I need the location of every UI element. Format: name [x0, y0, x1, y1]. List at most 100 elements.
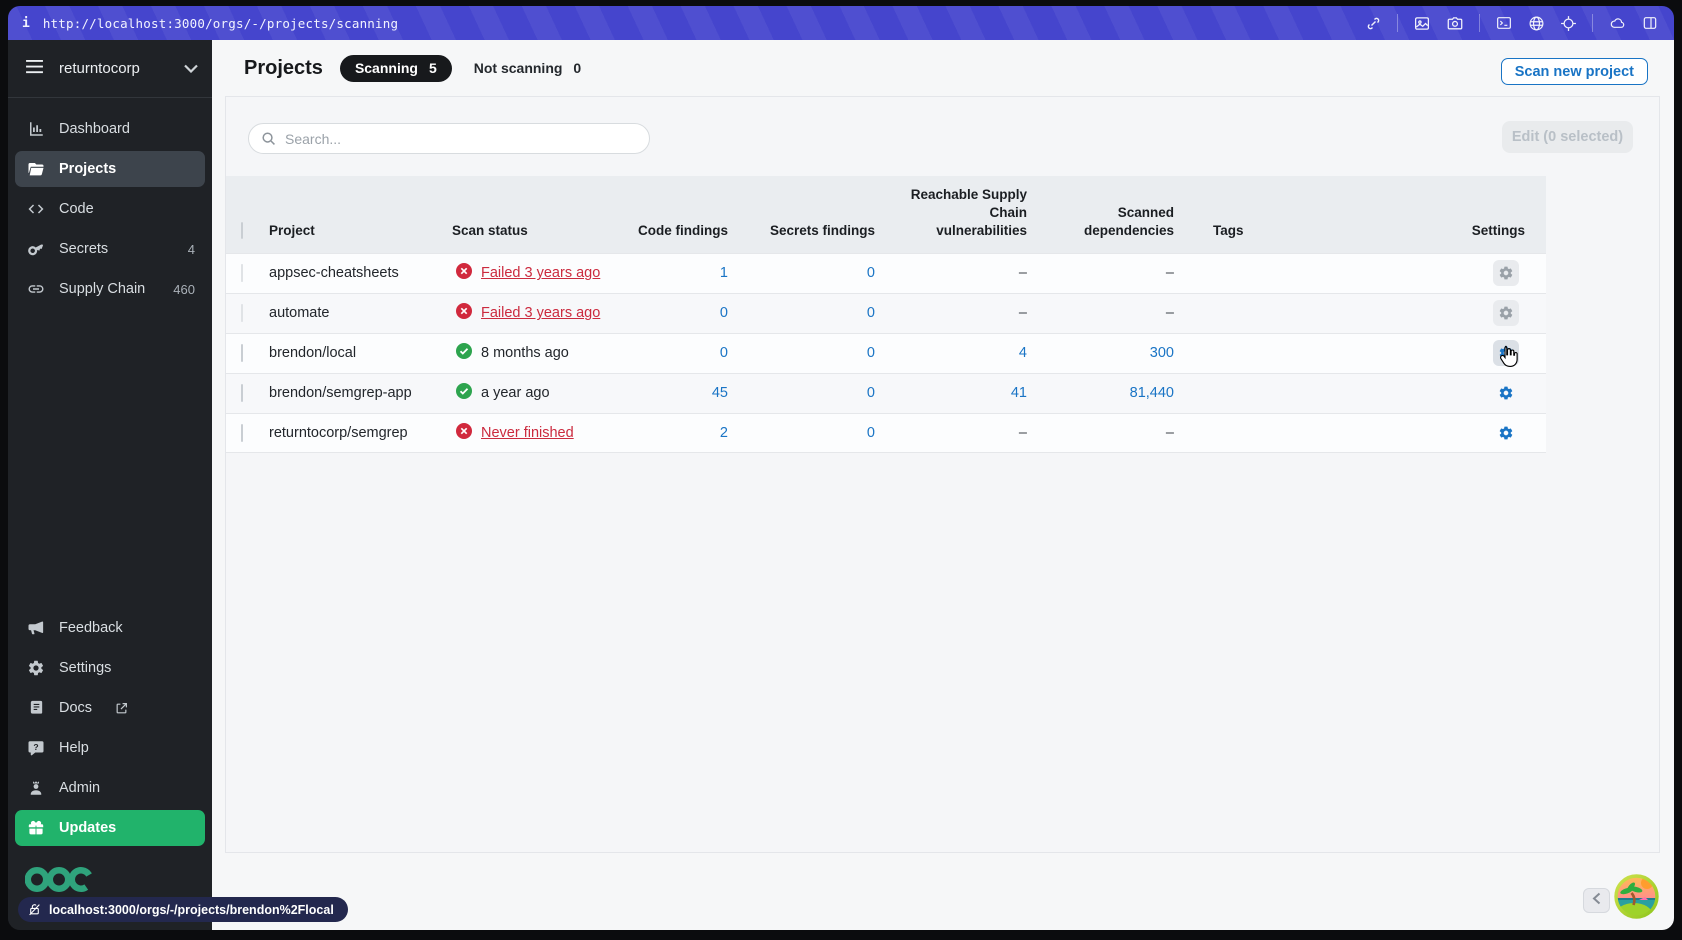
svg-text:?: ? — [33, 742, 38, 752]
project-settings-gear-icon[interactable] — [1493, 380, 1519, 406]
globe-icon[interactable] — [1528, 15, 1545, 32]
page-back-button[interactable] — [1583, 888, 1610, 913]
table-row: returntocorp/semgrep Never finished 2 0 … — [226, 412, 1546, 453]
scan-status-link[interactable]: Failed 3 years ago — [481, 305, 600, 321]
project-name[interactable]: automate — [269, 305, 452, 321]
search-input[interactable] — [285, 130, 637, 147]
sidebar-item-label: Supply Chain — [59, 281, 146, 297]
cloud-icon[interactable] — [1608, 15, 1627, 31]
column-header-settings[interactable]: Settings — [1321, 222, 1546, 240]
code-findings-value[interactable]: 1 — [612, 265, 728, 281]
chevron-left-icon — [1592, 892, 1601, 910]
sidebar-item-updates[interactable]: Updates — [15, 810, 205, 846]
crosshair-icon[interactable] — [1560, 15, 1577, 32]
sidebar-item-settings[interactable]: Settings — [15, 650, 205, 686]
project-name[interactable]: brendon/local — [269, 345, 452, 361]
sidebar-item-feedback[interactable]: Feedback — [15, 610, 205, 646]
sidebar-item-label: Feedback — [59, 620, 123, 636]
org-switcher[interactable]: returntocorp — [8, 40, 212, 98]
code-findings-value[interactable]: 2 — [612, 425, 728, 441]
scan-status-link[interactable]: Failed 3 years ago — [481, 265, 600, 281]
column-header-reachable-vulnerabilities[interactable]: Reachable Supply Chain vulnerabilities — [909, 186, 1027, 241]
column-header-tags[interactable]: Tags — [1174, 222, 1321, 240]
scanned-dependencies-value[interactable]: 81,440 — [1027, 385, 1174, 401]
select-all-checkbox[interactable] — [241, 222, 243, 240]
secrets-findings-value[interactable]: 0 — [728, 385, 875, 401]
sidebar-item-docs[interactable]: Docs — [15, 690, 205, 726]
projects-panel: Edit (0 selected) Project Scan status Co… — [225, 96, 1660, 853]
scanned-dependencies-value[interactable]: 300 — [1027, 345, 1174, 361]
secrets-findings-value[interactable]: 0 — [728, 305, 875, 321]
info-icon: i — [22, 15, 30, 31]
image-icon[interactable] — [1413, 15, 1431, 32]
row-checkbox[interactable] — [241, 264, 243, 283]
project-name[interactable]: brendon/semgrep-app — [269, 385, 452, 401]
project-settings-gear-icon[interactable] — [1493, 300, 1519, 327]
success-check-icon — [456, 383, 472, 403]
main-content: Projects Scanning 5 Not scanning 0 Scan … — [212, 40, 1674, 930]
code-findings-value[interactable]: 45 — [612, 385, 728, 401]
sidebar-item-dashboard[interactable]: Dashboard — [15, 111, 205, 147]
semgrep-rings-logo — [24, 866, 95, 898]
divider — [1397, 14, 1398, 32]
camera-icon[interactable] — [1446, 15, 1464, 32]
project-settings-gear-icon[interactable] — [1493, 420, 1519, 446]
row-checkbox[interactable] — [241, 423, 243, 442]
project-settings-gear-icon[interactable] — [1493, 340, 1519, 367]
sidebar-item-secrets[interactable]: Secrets 4 — [15, 231, 205, 267]
project-settings-gear-icon[interactable] — [1493, 260, 1519, 287]
scan-status-text: a year ago — [481, 385, 550, 402]
edit-selected-button[interactable]: Edit (0 selected) — [1502, 121, 1633, 153]
row-checkbox[interactable] — [241, 304, 243, 323]
chevron-down-icon[interactable] — [184, 60, 198, 78]
tab-not-scanning[interactable]: Not scanning 0 — [474, 60, 581, 76]
row-checkbox[interactable] — [241, 384, 243, 403]
scan-new-project-button[interactable]: Scan new project — [1500, 58, 1648, 85]
column-header-scan-status[interactable]: Scan status — [452, 222, 612, 240]
desert-island-icon[interactable] — [1614, 874, 1659, 919]
column-header-secrets-findings[interactable]: Secrets findings — [728, 222, 875, 240]
secrets-findings-value[interactable]: 0 — [728, 265, 875, 281]
scanned-dependencies-value: – — [1165, 265, 1174, 282]
failed-x-icon — [456, 422, 472, 443]
code-icon — [27, 200, 45, 218]
reachable-value[interactable]: 4 — [875, 345, 1027, 361]
project-name[interactable]: appsec-cheatsheets — [269, 265, 452, 281]
sidebar-item-projects[interactable]: Projects — [15, 151, 205, 187]
terminal-icon[interactable] — [1495, 15, 1513, 31]
link-icon[interactable] — [1365, 15, 1382, 32]
search-icon — [261, 131, 276, 146]
divider — [1592, 14, 1593, 32]
sidebar-item-label: Dashboard — [59, 121, 130, 137]
sidebar-item-label: Admin — [59, 780, 101, 796]
reachable-value: – — [1018, 424, 1027, 441]
sidebar-item-supply-chain[interactable]: Supply Chain 460 — [15, 271, 205, 307]
url-text[interactable]: http://localhost:3000/orgs/-/projects/sc… — [43, 16, 398, 31]
column-header-project[interactable]: Project — [269, 222, 452, 240]
column-header-scanned-dependencies[interactable]: Scanned dependencies — [1064, 204, 1174, 240]
search-box[interactable] — [248, 123, 650, 154]
reachable-value[interactable]: 41 — [875, 385, 1027, 401]
tab-scanning[interactable]: Scanning 5 — [339, 54, 452, 82]
sidebar-item-label: Settings — [59, 660, 112, 676]
code-findings-value[interactable]: 0 — [612, 345, 728, 361]
failed-x-icon — [456, 263, 472, 283]
split-view-icon[interactable] — [1642, 15, 1658, 31]
sidebar-item-code[interactable]: Code — [15, 191, 205, 227]
hamburger-menu-icon[interactable] — [25, 59, 44, 79]
column-header-code-findings[interactable]: Code findings — [612, 222, 728, 240]
secrets-findings-value[interactable]: 0 — [728, 345, 875, 361]
code-findings-value[interactable]: 0 — [612, 305, 728, 321]
secrets-findings-value[interactable]: 0 — [728, 425, 875, 441]
external-link-icon — [115, 702, 128, 715]
project-name[interactable]: returntocorp/semgrep — [269, 425, 452, 441]
sidebar-item-admin[interactable]: Admin — [15, 770, 205, 806]
browser-window: i http://localhost:3000/orgs/-/projects/… — [8, 6, 1674, 930]
chain-link-icon — [27, 280, 45, 298]
scan-status-link[interactable]: Never finished — [481, 425, 574, 441]
sidebar-item-help[interactable]: ? Help — [15, 730, 205, 766]
sidebar-item-label: Help — [59, 740, 89, 756]
key-icon — [27, 240, 45, 258]
sidebar-item-label: Projects — [59, 161, 117, 177]
row-checkbox[interactable] — [241, 344, 243, 363]
